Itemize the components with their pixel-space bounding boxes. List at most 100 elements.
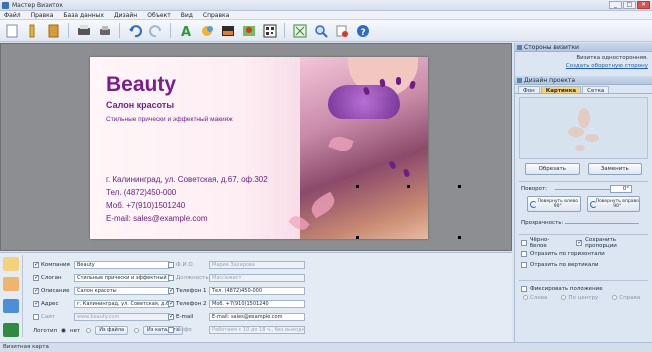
description-checkbox[interactable] bbox=[33, 287, 39, 294]
undo-icon[interactable] bbox=[126, 22, 143, 39]
email-input[interactable]: E-mail: sales@example.com bbox=[209, 313, 305, 321]
minimize-button[interactable]: _ bbox=[609, 1, 622, 9]
window-title: Мастер Визиток bbox=[12, 2, 63, 9]
fit-icon[interactable] bbox=[291, 22, 308, 39]
logo-none-radio[interactable] bbox=[61, 328, 66, 333]
edit-icon[interactable] bbox=[3, 257, 19, 271]
slogan-input[interactable]: Стильные прически и эффектный макияж bbox=[74, 274, 170, 282]
menu-file[interactable]: Файл bbox=[4, 11, 21, 19]
logo-from-file-button[interactable]: Из файла bbox=[95, 326, 129, 335]
fix-position-checkbox[interactable]: Фиксировать положение bbox=[515, 283, 652, 294]
rotate-left-button[interactable]: Повернуть влево 90° bbox=[527, 196, 581, 212]
card-phone[interactable]: Тел. (4872)450-000 bbox=[106, 188, 176, 197]
resize-handle[interactable] bbox=[458, 236, 461, 239]
excel-icon[interactable] bbox=[3, 323, 19, 337]
text-icon[interactable]: A bbox=[177, 22, 194, 39]
notepad-icon[interactable] bbox=[3, 277, 19, 291]
keep-ratio-checkbox[interactable]: Сохранить пропорции bbox=[570, 237, 652, 249]
shape-icon[interactable] bbox=[198, 22, 215, 39]
menu-edit[interactable]: Правка bbox=[31, 11, 54, 19]
menu-object[interactable]: Объект bbox=[147, 11, 170, 19]
image-icon[interactable] bbox=[219, 22, 236, 39]
card-company[interactable]: Beauty bbox=[106, 73, 176, 97]
menu-database[interactable]: База данных bbox=[63, 11, 104, 19]
collapse-icon bbox=[517, 78, 522, 83]
company-checkbox[interactable] bbox=[33, 261, 39, 268]
radio-icon bbox=[612, 295, 618, 300]
info-checkbox[interactable] bbox=[168, 327, 174, 333]
phone1-checkbox[interactable] bbox=[168, 287, 174, 294]
card-address[interactable]: г. Калининград, ул. Советская, д.67, оф.… bbox=[106, 175, 268, 184]
tab-picture[interactable]: Картинка bbox=[540, 86, 582, 94]
resize-handle[interactable] bbox=[356, 185, 359, 188]
email-checkbox[interactable] bbox=[168, 313, 174, 320]
form-row-slogan: Слоган Стильные прически и эффектный мак… bbox=[33, 274, 170, 282]
shredder-icon[interactable] bbox=[96, 22, 113, 39]
cut-icon[interactable] bbox=[333, 22, 350, 39]
resize-handle[interactable] bbox=[407, 185, 410, 188]
form-row-site: Сайт www.beauty.com bbox=[33, 313, 170, 321]
rotation-input[interactable]: 0° bbox=[610, 185, 632, 193]
position-input[interactable]: Массажист bbox=[209, 274, 305, 282]
form-row-phone1: Телефон 1 Тел. (4872)450-000 bbox=[168, 287, 305, 295]
design-header[interactable]: Дизайн проекта bbox=[515, 76, 652, 85]
help-icon[interactable]: ? bbox=[354, 22, 371, 39]
phone2-input[interactable]: Моб. +7(910)1501240 bbox=[209, 300, 305, 308]
card-data-form: Компания Beauty Слоган Стильные прически… bbox=[0, 252, 512, 342]
contacts-icon[interactable] bbox=[3, 299, 19, 313]
resize-handle[interactable] bbox=[458, 185, 461, 188]
align-right-radio[interactable]: Справа bbox=[612, 295, 640, 301]
rotate-right-button[interactable]: Повернуть вправо 90° bbox=[586, 196, 640, 212]
card-description[interactable]: Салон красоты bbox=[106, 100, 174, 110]
company-input[interactable]: Beauty bbox=[74, 261, 170, 269]
crop-button[interactable]: Обрезать bbox=[525, 163, 580, 175]
align-center-radio[interactable]: По центру bbox=[561, 295, 598, 301]
fullname-input[interactable]: Мария Захарова bbox=[209, 261, 305, 269]
create-back-link[interactable]: Создать оборотную сторону bbox=[519, 63, 648, 69]
card-slogan[interactable]: Стильные прически и эффектный макияж bbox=[106, 116, 233, 123]
site-checkbox[interactable] bbox=[33, 314, 39, 320]
redo-icon[interactable] bbox=[147, 22, 164, 39]
bw-checkbox[interactable]: Чёрно-белое bbox=[515, 237, 570, 249]
form-row-logo: Логотип нет Из файла Из каталога bbox=[33, 326, 184, 335]
fullname-checkbox[interactable] bbox=[168, 262, 174, 268]
phone2-checkbox[interactable] bbox=[168, 300, 174, 307]
site-input[interactable]: www.beauty.com bbox=[74, 313, 170, 321]
logo-catalog-radio[interactable] bbox=[134, 328, 140, 333]
description-input[interactable]: Салон красоты bbox=[74, 287, 170, 295]
phone1-input[interactable]: Тел. (4872)450-000 bbox=[209, 287, 305, 295]
card-email[interactable]: E-mail: sales@example.com bbox=[106, 214, 207, 223]
design-canvas[interactable]: Beauty Салон красоты Стильные прически и… bbox=[0, 43, 512, 251]
flip-vertical-checkbox[interactable]: Отразить по вертикали bbox=[515, 259, 652, 270]
menu-design[interactable]: Дизайн bbox=[114, 11, 137, 19]
tab-background[interactable]: Фон bbox=[518, 86, 540, 94]
new-file-icon[interactable] bbox=[3, 22, 20, 39]
address-input[interactable]: г. Калининград, ул. Советская, д.67, оф.… bbox=[74, 300, 170, 308]
info-input[interactable]: Работаем с 10 до 18 ч., без выходных bbox=[209, 326, 305, 334]
position-checkbox[interactable] bbox=[168, 275, 174, 281]
title-bar: Мастер Визиток _ □ ✕ bbox=[0, 0, 652, 11]
align-left-radio[interactable]: Слева bbox=[523, 295, 547, 301]
qr-icon[interactable] bbox=[261, 22, 278, 39]
logo-file-radio[interactable] bbox=[86, 328, 92, 333]
tab-grid[interactable]: Сетка bbox=[582, 86, 610, 94]
transparency-slider[interactable] bbox=[565, 223, 639, 224]
resize-handle[interactable] bbox=[356, 236, 359, 239]
save-icon[interactable] bbox=[45, 22, 62, 39]
zoom-icon[interactable] bbox=[312, 22, 329, 39]
slogan-checkbox[interactable] bbox=[33, 274, 39, 281]
open-icon[interactable] bbox=[24, 22, 41, 39]
card-mobile[interactable]: Моб. +7(910)1501240 bbox=[106, 201, 185, 210]
close-button[interactable]: ✕ bbox=[637, 1, 650, 9]
form-row-position: Должность Массажист bbox=[168, 274, 305, 282]
business-card[interactable]: Beauty Салон красоты Стильные прически и… bbox=[90, 57, 428, 239]
map-icon[interactable] bbox=[240, 22, 257, 39]
maximize-button[interactable]: □ bbox=[623, 1, 636, 9]
replace-button[interactable]: Заменить bbox=[587, 163, 642, 175]
print-icon[interactable] bbox=[75, 22, 92, 39]
flip-horizontal-checkbox[interactable]: Отразить по горизонтали bbox=[515, 248, 652, 259]
sides-header[interactable]: Стороны визитки bbox=[515, 43, 652, 52]
menu-view[interactable]: Вид bbox=[181, 11, 193, 19]
address-checkbox[interactable] bbox=[33, 300, 39, 307]
menu-help[interactable]: Справка bbox=[203, 11, 229, 19]
